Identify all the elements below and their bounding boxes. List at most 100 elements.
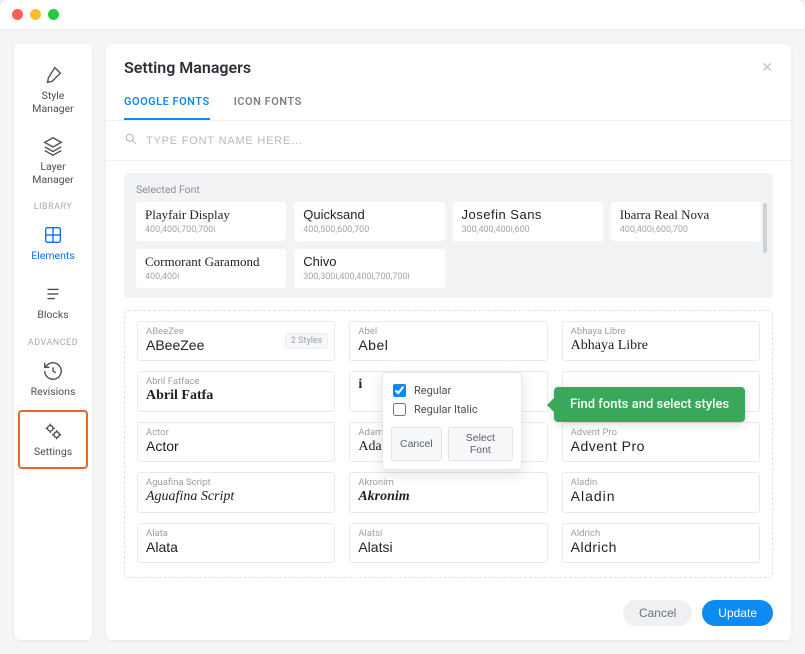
sidebar-item-revisions[interactable]: Revisions bbox=[14, 350, 92, 409]
modal-footer: Cancel Update bbox=[106, 590, 791, 640]
close-icon[interactable] bbox=[12, 9, 23, 20]
font-mini: Aladin bbox=[571, 477, 751, 488]
tabs: GOOGLE FONTS ICON FONTS bbox=[106, 85, 791, 121]
font-item[interactable]: Abhaya Libre Abhaya Libre bbox=[562, 321, 760, 362]
grid-icon bbox=[42, 224, 64, 246]
font-weights: 300,300i,400,400i,700,700i bbox=[303, 272, 435, 282]
sidebar-item-label: StyleManager bbox=[32, 90, 73, 115]
settings-modal: Setting Managers ✕ GOOGLE FONTS ICON FON… bbox=[106, 44, 791, 640]
font-item[interactable]: Aladin Aladin bbox=[562, 472, 760, 513]
styles-badge: 2 Styles bbox=[285, 333, 328, 349]
close-icon[interactable]: ✕ bbox=[761, 60, 773, 76]
font-item[interactable]: Actor Actor bbox=[137, 422, 335, 463]
modal-header: Setting Managers ✕ bbox=[106, 44, 791, 85]
font-mini: Akronim bbox=[358, 477, 538, 488]
selected-font-card[interactable]: Ibarra Real Nova 400,400i,600,700 bbox=[611, 202, 761, 241]
cancel-button[interactable]: Cancel bbox=[623, 600, 692, 626]
style-option[interactable]: Regular bbox=[391, 381, 513, 400]
font-item[interactable]: Alata Alata bbox=[137, 523, 335, 564]
search-input[interactable] bbox=[146, 135, 773, 147]
font-big: Abril Fatfa bbox=[146, 387, 326, 405]
selected-font-card[interactable]: Josefin Sans 300,400,400i,600 bbox=[453, 202, 603, 241]
font-mini: Alata bbox=[146, 528, 326, 539]
styles-popover: Regular Regular Italic Cancel Select Fon… bbox=[382, 372, 522, 470]
font-mini: Alatsi bbox=[358, 528, 538, 539]
font-weights: 300,400,400i,600 bbox=[462, 225, 594, 235]
font-big: Actor bbox=[146, 438, 326, 456]
style-option[interactable]: Regular Italic bbox=[391, 400, 513, 419]
font-mini: Abril Fatface bbox=[146, 376, 326, 387]
font-name: Josefin Sans bbox=[462, 208, 594, 223]
font-item[interactable]: Abel Abel bbox=[349, 321, 547, 362]
sidebar-item-label: Settings bbox=[34, 446, 72, 459]
style-option-label: Regular bbox=[414, 384, 451, 397]
search-icon bbox=[124, 131, 138, 150]
sidebar: StyleManager LayerManager LIBRARY Elemen… bbox=[14, 44, 92, 640]
sidebar-section-library: LIBRARY bbox=[14, 196, 92, 214]
font-big: Alatsi bbox=[358, 539, 538, 557]
update-button[interactable]: Update bbox=[702, 600, 773, 626]
font-big: Aguafina Script bbox=[146, 488, 326, 506]
font-name: Cormorant Garamond bbox=[145, 255, 277, 270]
modal-title: Setting Managers bbox=[124, 58, 251, 77]
app-body: StyleManager LayerManager LIBRARY Elemen… bbox=[0, 30, 805, 654]
tab-google-fonts[interactable]: GOOGLE FONTS bbox=[124, 85, 210, 120]
font-name: Quicksand bbox=[303, 208, 435, 223]
minimize-icon[interactable] bbox=[30, 9, 41, 20]
font-item[interactable]: Aldrich Aldrich bbox=[562, 523, 760, 564]
font-big: Aladin bbox=[571, 488, 751, 506]
font-item[interactable]: Akronim Akronim bbox=[349, 472, 547, 513]
selected-fonts: Selected Font Playfair Display 400,400i,… bbox=[124, 173, 773, 298]
font-weights: 400,400i,600,700 bbox=[620, 225, 752, 235]
window-controls bbox=[12, 9, 59, 20]
font-name: Playfair Display bbox=[145, 208, 277, 223]
font-big: Aldrich bbox=[571, 539, 751, 557]
font-name: Chivo bbox=[303, 255, 435, 270]
gear-icon bbox=[42, 420, 64, 442]
selected-font-card[interactable]: Chivo 300,300i,400,400i,700,700i bbox=[294, 249, 444, 288]
style-option-label: Regular Italic bbox=[414, 403, 478, 416]
selected-font-card[interactable]: Quicksand 400,500,600,700 bbox=[294, 202, 444, 241]
checkbox-regular-italic[interactable] bbox=[393, 403, 406, 416]
font-big: Abhaya Libre bbox=[571, 337, 751, 355]
font-mini: Advent Pro bbox=[571, 427, 751, 438]
scrollbar[interactable] bbox=[763, 203, 767, 253]
font-item[interactable]: Advent Pro Advent Pro bbox=[562, 422, 760, 463]
font-mini: Aguafina Script bbox=[146, 477, 326, 488]
font-big: Akronim bbox=[358, 488, 538, 506]
tab-icon-fonts[interactable]: ICON FONTS bbox=[234, 85, 302, 120]
history-icon bbox=[42, 360, 64, 382]
font-mini: Abel bbox=[358, 326, 538, 337]
font-mini: Abhaya Libre bbox=[571, 326, 751, 337]
popover-cancel-button[interactable]: Cancel bbox=[391, 427, 442, 461]
sidebar-item-label: Revisions bbox=[31, 386, 76, 399]
sidebar-item-label: Blocks bbox=[37, 309, 68, 322]
font-big: Abel bbox=[358, 337, 538, 355]
titlebar bbox=[0, 0, 805, 30]
sidebar-item-style-manager[interactable]: StyleManager bbox=[14, 54, 92, 125]
font-item[interactable]: Alatsi Alatsi bbox=[349, 523, 547, 564]
font-name: Ibarra Real Nova bbox=[620, 208, 752, 223]
font-item[interactable]: Aguafina Script Aguafina Script bbox=[137, 472, 335, 513]
sidebar-item-label: LayerManager bbox=[32, 161, 73, 186]
font-big: Alata bbox=[146, 539, 326, 557]
font-weights: 400,400i bbox=[145, 272, 277, 282]
layers-icon bbox=[42, 135, 64, 157]
font-item[interactable]: ABeeZee ABeeZee 2 Styles bbox=[137, 321, 335, 362]
font-mini: Actor bbox=[146, 427, 326, 438]
font-item[interactable]: Abril Fatface Abril Fatfa bbox=[137, 371, 335, 412]
sidebar-item-settings[interactable]: Settings bbox=[18, 410, 88, 469]
font-big: Advent Pro bbox=[571, 438, 751, 456]
selected-font-card[interactable]: Playfair Display 400,400i,700,700i bbox=[136, 202, 286, 241]
selected-font-card[interactable]: Cormorant Garamond 400,400i bbox=[136, 249, 286, 288]
checkbox-regular[interactable] bbox=[393, 384, 406, 397]
search-bar bbox=[106, 121, 791, 161]
font-weights: 400,500,600,700 bbox=[303, 225, 435, 235]
sidebar-item-blocks[interactable]: Blocks bbox=[14, 273, 92, 332]
list-icon bbox=[42, 283, 64, 305]
popover-select-button[interactable]: Select Font bbox=[448, 427, 513, 461]
zoom-icon[interactable] bbox=[48, 9, 59, 20]
sidebar-item-elements[interactable]: Elements bbox=[14, 214, 92, 273]
sidebar-item-layer-manager[interactable]: LayerManager bbox=[14, 125, 92, 196]
hint-callout: Find fonts and select styles bbox=[554, 387, 745, 422]
